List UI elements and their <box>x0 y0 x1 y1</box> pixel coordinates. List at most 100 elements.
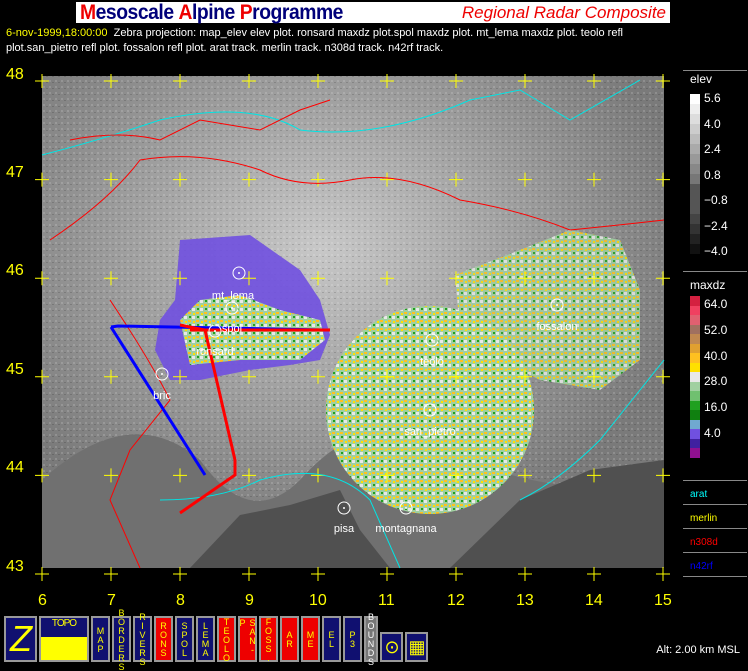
grid-cross <box>587 567 601 581</box>
radar-map[interactable]: mt_lemaspol ronsard bric teolo fossalon san_p… <box>0 60 680 610</box>
legend-tick: 4.0 <box>704 426 721 440</box>
lon-label: 14 <box>585 592 603 609</box>
color-swatch <box>690 324 700 334</box>
color-swatch <box>690 315 700 325</box>
legend-tick: 16.0 <box>704 400 728 415</box>
track-legend-n42rf[interactable]: n42rf <box>690 561 713 572</box>
lat-label: 47 <box>6 164 24 181</box>
grid-button[interactable]: ▦ <box>405 632 428 662</box>
color-swatch <box>690 438 700 448</box>
san-p-button[interactable]: SAN-P <box>238 616 258 662</box>
grid-cross <box>380 567 394 581</box>
station-label: teolo <box>420 356 444 368</box>
color-swatch <box>690 244 700 254</box>
altitude-readout: Alt: 2.00 km MSL <box>656 644 740 656</box>
color-swatch <box>690 343 700 353</box>
station-label: mt_lema <box>212 290 255 302</box>
color-swatch <box>690 154 700 164</box>
legend-tick: −4.0 <box>704 244 728 258</box>
grid-cross <box>311 567 325 581</box>
elev-colorbar <box>690 94 700 254</box>
color-swatch <box>690 334 700 344</box>
lat-label: 45 <box>6 361 24 378</box>
divider <box>683 271 747 272</box>
track-legend-merlin[interactable]: merlin <box>690 513 717 524</box>
lon-label: 7 <box>107 592 116 609</box>
color-swatch <box>690 104 700 114</box>
divider <box>683 504 747 505</box>
teolo-button[interactable]: TEOLO <box>217 616 236 662</box>
legend-tick: 64.0 <box>704 297 728 311</box>
lon-label: 15 <box>654 592 672 609</box>
legend-tick: 0.8 <box>704 167 721 182</box>
color-swatch <box>690 296 700 306</box>
rivers-button[interactable]: RIVERS <box>133 612 152 666</box>
divider <box>683 70 747 71</box>
station-label: montagnana <box>375 523 437 535</box>
station-label: fossalon <box>537 321 578 333</box>
color-swatch <box>690 353 700 363</box>
lat-label: 44 <box>6 459 24 476</box>
legend-tick: 5.6 <box>704 91 721 105</box>
color-swatch <box>690 429 700 439</box>
color-swatch <box>690 362 700 372</box>
color-swatch <box>690 114 700 124</box>
zebra-logo-button[interactable]: Z <box>4 616 37 662</box>
legend-tick: 52.0 <box>704 322 728 337</box>
color-swatch <box>690 184 700 194</box>
lon-label: 10 <box>309 592 327 609</box>
color-swatch <box>690 224 700 234</box>
lon-label: 12 <box>447 592 465 609</box>
grid-cross <box>449 567 463 581</box>
grid-cross <box>173 567 187 581</box>
borders-button[interactable]: BORDERS <box>112 608 131 671</box>
station-label: pisa <box>334 523 355 535</box>
spol-button[interactable]: SPOL <box>175 616 194 662</box>
color-swatch <box>690 234 700 244</box>
color-swatch <box>690 134 700 144</box>
p3-button[interactable]: P3 <box>343 616 362 662</box>
color-swatch <box>690 194 700 204</box>
track-legend-n308d[interactable]: n308d <box>690 537 718 548</box>
lat-label: 46 <box>6 262 24 279</box>
rons-button[interactable]: RONS <box>154 616 173 662</box>
lema-button[interactable]: LEMA <box>196 616 215 662</box>
bounds-button[interactable]: BOUNDS <box>364 612 378 666</box>
color-swatch <box>690 305 700 315</box>
color-swatch <box>690 94 700 104</box>
me-button[interactable]: ME <box>301 616 320 662</box>
legend-tick: 40.0 <box>704 348 728 363</box>
maxdz-colorbar <box>690 296 700 458</box>
color-swatch <box>690 214 700 224</box>
track-legend-arat[interactable]: arat <box>690 489 707 500</box>
el-button[interactable]: EL <box>322 616 341 662</box>
lon-label: 8 <box>176 592 185 609</box>
plot-info: 6-nov-1999,18:00:00 Zebra projection: ma… <box>6 26 696 56</box>
lon-label: 6 <box>38 592 47 609</box>
grid-cross <box>242 567 256 581</box>
station-label: san_pietro <box>404 426 455 438</box>
timestamp: 6-nov-1999,18:00:00 <box>6 27 108 39</box>
station-label: bric <box>153 390 171 402</box>
maxdz-legend-title: maxdz <box>690 278 726 292</box>
legend-tick: 28.0 <box>704 374 728 389</box>
divider <box>683 528 747 529</box>
color-swatch <box>690 174 700 184</box>
color-swatch <box>690 124 700 134</box>
legend-tick: −2.4 <box>704 218 728 233</box>
title-banner: Mesoscale Alpine Programme Regional Rada… <box>76 0 670 24</box>
color-swatch <box>690 419 700 429</box>
lat-label: 48 <box>6 66 24 83</box>
color-swatch <box>690 164 700 174</box>
legend-tick: 4.0 <box>704 116 721 131</box>
legend-tick: 2.4 <box>704 142 721 156</box>
divider <box>683 552 747 553</box>
ar-button[interactable]: AR <box>280 616 299 662</box>
map-button[interactable]: MAP <box>91 616 110 662</box>
topo-button[interactable]: TOPO <box>39 616 89 662</box>
lat-label: 43 <box>6 558 24 575</box>
center-button[interactable]: ⊙ <box>380 632 403 662</box>
foss-button[interactable]: FOSS. <box>259 616 278 662</box>
color-swatch <box>690 372 700 382</box>
programme-title: Mesoscale Alpine Programme <box>80 0 343 24</box>
